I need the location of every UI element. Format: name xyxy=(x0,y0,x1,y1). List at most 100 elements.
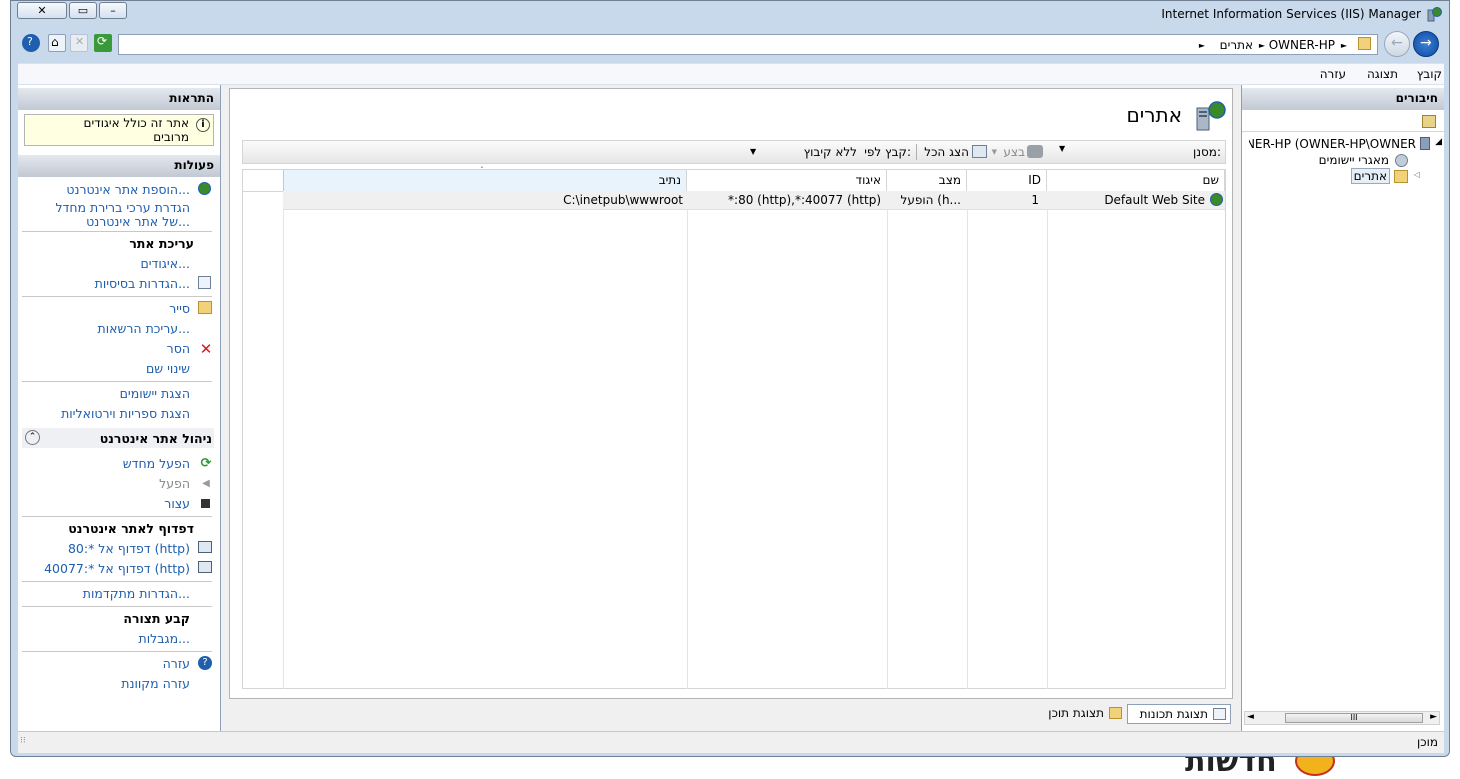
filter-input[interactable]: ▼ xyxy=(1057,143,1177,161)
explore-link[interactable]: סייר xyxy=(169,301,190,316)
refresh-icon: ⟳ xyxy=(97,34,108,48)
collapse-group-icon[interactable]: ⌃ xyxy=(25,430,40,445)
view-applications-link[interactable]: הצגת יישומים xyxy=(120,386,190,401)
group-by-label: קבץ לפי: xyxy=(864,145,911,159)
separator xyxy=(22,231,212,232)
tree-node-sites[interactable]: ◁ אתרים xyxy=(1249,168,1444,185)
alert-box: i אתר זה כולל איגודים מרובים xyxy=(24,114,214,146)
menu-help[interactable]: עזרה xyxy=(1320,67,1346,81)
column-header-binding[interactable]: איגוד xyxy=(687,170,887,191)
forward-arrow-icon: → xyxy=(1420,35,1432,51)
expand-arrow-icon: ◢ xyxy=(1435,137,1442,147)
edit-site-group: עריכת אתר xyxy=(129,236,194,251)
features-view-label: תצוגת תכונות xyxy=(1139,707,1208,721)
add-site-icon xyxy=(198,182,214,198)
browse-site-group: דפדוף לאתר אינטרנט xyxy=(68,521,194,536)
minimize-button[interactable]: – xyxy=(99,2,127,19)
home-button[interactable]: ⌂ xyxy=(48,34,66,52)
menu-view[interactable]: תצוגה xyxy=(1367,67,1398,81)
browse-80-link[interactable]: דפדוף אל *:80 (http) xyxy=(68,541,190,556)
help-link[interactable]: עזרה xyxy=(163,656,190,671)
restart-link[interactable]: הפעל מחדש xyxy=(123,456,190,471)
help-icon: ? xyxy=(198,656,214,672)
column-header-path[interactable]: נתיב ˆ xyxy=(283,166,687,191)
scroll-right-icon[interactable]: ► xyxy=(1430,712,1437,722)
status-bar: מוכן ⁝⁝ xyxy=(18,731,1444,753)
browse-80-icon xyxy=(198,541,214,557)
separator xyxy=(22,516,212,517)
separator xyxy=(22,296,212,297)
main-content: חיבורים ◢ NER-HP (OWNER-HP\OWNER מאגרי י… xyxy=(18,85,1444,731)
content-view-label: תצוגת תוכן xyxy=(1048,706,1104,720)
show-all-button[interactable]: הצג הכל xyxy=(924,145,969,159)
actions-header: פעולות xyxy=(18,155,220,177)
column-header-name[interactable]: שם xyxy=(1047,170,1225,191)
go-button[interactable]: בצע xyxy=(1003,145,1025,159)
breadcrumb-sites[interactable]: אתרים xyxy=(1220,38,1253,52)
view-virtual-directories-link[interactable]: הצגת ספריות וירטואליות xyxy=(61,406,190,421)
remove-link[interactable]: הסר xyxy=(167,341,190,356)
alerts-title: התראות xyxy=(169,91,214,105)
scroll-thumb[interactable]: III xyxy=(1285,713,1423,723)
online-help-link[interactable]: עזרה מקוונת xyxy=(121,676,190,691)
close-button[interactable]: ✕ xyxy=(17,2,67,19)
cell-binding: *:80 (http),*:40077 (http) xyxy=(728,193,881,207)
create-connection-icon[interactable] xyxy=(1422,115,1436,128)
start-icon: ◀ xyxy=(202,478,210,489)
tree-node-app-pools[interactable]: מאגרי יישומים xyxy=(1249,153,1444,169)
stop-link[interactable]: עצור xyxy=(164,496,190,511)
column-header-id[interactable]: ID xyxy=(967,170,1047,191)
connections-title: חיבורים xyxy=(1395,91,1438,105)
actions-panel: התראות i אתר זה כולל איגודים מרובים פעול… xyxy=(18,85,221,731)
forward-button[interactable]: → xyxy=(1413,31,1439,57)
menu-bar: קובץ תצוגה עזרה xyxy=(18,63,1444,85)
bindings-link[interactable]: איגודים... xyxy=(140,256,190,271)
column-divider xyxy=(283,209,284,689)
features-view-tab[interactable]: תצוגת תכונות xyxy=(1127,704,1231,724)
basic-settings-link[interactable]: הגדרות בסיסיות... xyxy=(95,276,190,291)
status-text: מוכן xyxy=(1416,735,1438,749)
column-header-status[interactable]: מצב xyxy=(887,170,967,191)
set-defaults-link[interactable]: הגדרת ערכי ברירת מחדל xyxy=(55,200,190,215)
title-bar: ✕ ▭ – Internet Information Services (IIS… xyxy=(11,1,1449,29)
go-dropdown-icon[interactable]: ▼ xyxy=(992,148,997,156)
table-row[interactable]: Default Web Site 1 הופעל (h... *:80 (htt… xyxy=(283,191,1225,210)
minimize-icon: – xyxy=(110,4,116,17)
rename-link[interactable]: שינוי שם xyxy=(146,361,190,376)
advanced-settings-link[interactable]: הגדרות מתקדמות... xyxy=(83,586,190,601)
toolbar-separator xyxy=(916,144,917,160)
column-divider xyxy=(687,209,688,689)
resize-grip-icon[interactable]: ⁝⁝ xyxy=(20,736,26,746)
content-view-tab[interactable]: תצוגת תוכן xyxy=(1032,704,1126,724)
column-divider xyxy=(1047,209,1048,689)
binoculars-icon xyxy=(1027,145,1043,158)
browse-40077-link[interactable]: דפדוף אל *:40077 (http) xyxy=(44,561,190,576)
maximize-icon: ▭ xyxy=(77,4,89,17)
stop-button[interactable]: ✕ xyxy=(70,34,88,52)
column-divider xyxy=(967,209,968,689)
maximize-button[interactable]: ▭ xyxy=(69,2,97,19)
address-bar[interactable]: ► OWNER-HP ► אתרים ► xyxy=(118,34,1378,55)
column-divider xyxy=(887,209,888,689)
group-by-select[interactable]: ללא קיבוץ xyxy=(804,145,857,159)
menu-file[interactable]: קובץ xyxy=(1417,67,1442,81)
home-icon: ⌂ xyxy=(51,35,59,49)
horizontal-scrollbar[interactable]: ◄ III ► xyxy=(1244,711,1440,725)
add-site-link[interactable]: הוספת אתר אינטרנט... xyxy=(66,182,190,197)
tree-node-server[interactable]: ◢ NER-HP (OWNER-HP\OWNER xyxy=(1249,137,1444,153)
help-tool-button[interactable]: ? xyxy=(22,34,40,52)
back-button[interactable]: ← xyxy=(1384,31,1410,57)
refresh-button[interactable]: ⟳ xyxy=(94,34,112,52)
manage-site-title: ניהול אתר אינטרנט xyxy=(99,431,212,446)
limits-link[interactable]: מגבלות... xyxy=(138,631,190,646)
group-by-dropdown-icon[interactable]: ▼ xyxy=(750,147,756,156)
edit-permissions-link[interactable]: עריכת הרשאות... xyxy=(98,321,190,336)
scroll-left-icon[interactable]: ◄ xyxy=(1247,712,1254,722)
features-view-icon xyxy=(1213,708,1226,720)
connections-toolbar xyxy=(1242,113,1444,132)
start-link[interactable]: הפעל xyxy=(159,476,190,491)
set-defaults-link-line2[interactable]: של אתר אינטרנט... xyxy=(86,214,190,229)
crumb-separator-icon: ► xyxy=(1198,41,1205,50)
breadcrumb-owner-hp[interactable]: OWNER-HP xyxy=(1269,38,1335,52)
filter-dropdown-icon[interactable]: ▼ xyxy=(1059,144,1065,153)
